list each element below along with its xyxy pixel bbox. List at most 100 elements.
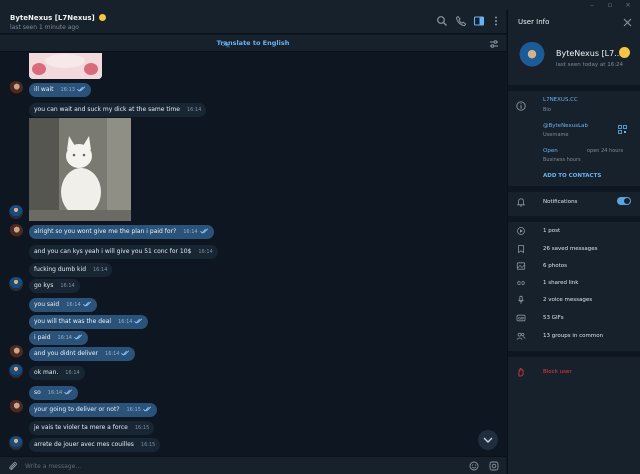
outgoing-message[interactable]: so 16:14 [29, 386, 79, 400]
message-time: 16:14 [186, 107, 202, 113]
business-hours-value[interactable]: Open [543, 148, 558, 154]
avatar[interactable] [9, 277, 23, 291]
message-text: je vais te violer ta mere a force [34, 424, 128, 431]
minimize-icon[interactable]: – [586, 1, 598, 9]
translate-settings-icon[interactable] [489, 39, 499, 49]
translate-button[interactable]: Translate to English [0, 39, 506, 47]
translate-bar[interactable]: 文A Translate to English [0, 35, 506, 52]
sidebar-toggle-icon[interactable] [473, 15, 485, 27]
message-text: and you can kys yeah i will give you 51 … [34, 248, 192, 255]
chat-last-seen: last seen 1 minute ago [10, 24, 79, 31]
attach-icon[interactable] [8, 461, 18, 471]
bio-label: Bio [543, 107, 551, 113]
message-text: arrete de jouer avec mes couilles [34, 441, 134, 448]
message-input[interactable] [25, 460, 445, 472]
divider [508, 85, 640, 91]
window-close-icon[interactable]: × [622, 1, 634, 9]
message-text: alright so you wont give me the plan i p… [34, 228, 177, 235]
maximize-icon[interactable]: ▫ [604, 1, 616, 9]
message-time: 16:14 [47, 390, 63, 396]
message-time: 16:15 [126, 407, 141, 413]
message-time: 16:14 [66, 302, 81, 308]
incoming-message[interactable]: and you can kys yeah i will give you 51 … [29, 245, 218, 259]
message-time: 16:14 [93, 267, 108, 273]
post-icon [517, 227, 525, 235]
incoming-message[interactable]: arrete de jouer avec mes couilles 16:15 [29, 438, 161, 452]
search-icon[interactable] [436, 15, 448, 27]
message-text: you can wait and suck my dick at the sam… [34, 106, 180, 113]
message-time: 16:14 [105, 351, 120, 357]
close-icon[interactable] [623, 18, 632, 27]
message-text: ok man. [34, 369, 59, 376]
read-checkmarks-icon [82, 299, 92, 307]
read-checkmarks-icon [77, 84, 86, 92]
link-icon [517, 281, 525, 285]
notifications-label: Notifications [543, 199, 578, 205]
outgoing-message[interactable]: i paid 16:14 [29, 331, 88, 345]
panel-title: User Info [518, 18, 550, 26]
shared-media-item[interactable]: 2 voice messages [543, 297, 592, 303]
read-checkmarks-icon [134, 316, 143, 324]
bio-value[interactable]: L7NEXUS.CC [543, 97, 578, 103]
outgoing-message[interactable]: ill wait 16:13 [29, 83, 91, 97]
message-time: 16:13 [60, 87, 75, 93]
username-value[interactable]: @ByteNexusLab [543, 123, 588, 129]
cat-photo-graphic [29, 118, 131, 221]
read-checkmarks-icon [64, 387, 73, 395]
outgoing-message[interactable]: your going to deliver or not? 16:15 [29, 403, 157, 417]
avatar[interactable] [9, 364, 23, 378]
block-user-button[interactable]: Block user [543, 369, 572, 375]
phone-icon[interactable] [455, 15, 467, 27]
avatar[interactable] [9, 81, 23, 95]
notifications-toggle[interactable] [617, 197, 631, 205]
chat-title[interactable]: ByteNexus [L7Nexus] [10, 14, 107, 22]
divider [508, 186, 640, 192]
message-time: 16:14 [57, 335, 72, 341]
message-time: 16:15 [140, 442, 156, 448]
outgoing-message[interactable]: you said 16:14 [29, 298, 97, 312]
avatar[interactable] [9, 345, 23, 359]
outgoing-message[interactable]: you will that was the deal 16:14 [29, 315, 149, 329]
message-time: 16:14 [65, 370, 80, 376]
shared-media-item[interactable]: 53 GIFs [543, 315, 564, 321]
avatar[interactable] [9, 224, 23, 238]
shared-media-item[interactable]: 26 saved messages [543, 246, 597, 252]
incoming-message[interactable]: ok man. 16:14 [29, 366, 85, 380]
incoming-message[interactable]: you can wait and suck my dick at the sam… [29, 103, 207, 117]
emoji-picker-icon[interactable] [469, 461, 479, 471]
sticker-image[interactable] [29, 53, 102, 79]
incoming-message[interactable]: fucking dumb kid 16:14 [29, 263, 113, 277]
sticker-graphic [29, 53, 102, 79]
cat-photo[interactable] [29, 118, 131, 221]
scroll-down-button[interactable] [478, 430, 498, 450]
qr-code-icon[interactable] [618, 125, 627, 134]
profile-avatar[interactable] [516, 42, 548, 74]
read-checkmarks-icon [121, 348, 130, 356]
gif-icon: GIF [516, 314, 526, 322]
outgoing-message[interactable]: alright so you wont give me the plan i p… [29, 225, 214, 239]
avatar[interactable] [9, 436, 23, 450]
chat-header[interactable]: ByteNexus [L7Nexus] last seen 1 minute a… [0, 10, 506, 34]
outgoing-message[interactable]: and you didnt deliver 16:14 [29, 347, 136, 361]
shared-media-item[interactable]: 1 post [543, 228, 560, 234]
saved-messages-icon [518, 245, 524, 254]
shared-media-item[interactable]: 1 shared link [543, 280, 578, 286]
message-time: 16:14 [118, 319, 133, 325]
shared-media-item[interactable]: 6 photos [543, 263, 567, 269]
message-text: go kys [34, 282, 54, 289]
incoming-message[interactable]: go kys 16:14 [29, 279, 80, 293]
info-icon [516, 101, 526, 111]
read-checkmarks-icon [199, 226, 209, 234]
chat-title-text: ByteNexus [L7Nexus] [10, 14, 95, 22]
shared-media-item[interactable]: 13 groups in common [543, 333, 603, 339]
camera-icon[interactable] [489, 461, 499, 471]
chevron-down-icon [483, 437, 493, 443]
divider [508, 216, 640, 222]
message-list[interactable]: ill wait 16:13 you can wait and suck my di… [0, 53, 506, 456]
more-icon[interactable] [490, 15, 502, 27]
avatar[interactable] [9, 205, 23, 219]
groups-icon [516, 332, 526, 340]
incoming-message[interactable]: je vais te violer ta mere a force 16:15 [29, 421, 155, 435]
add-to-contacts-button[interactable]: ADD TO CONTACTS [543, 173, 601, 179]
avatar[interactable] [9, 400, 23, 414]
